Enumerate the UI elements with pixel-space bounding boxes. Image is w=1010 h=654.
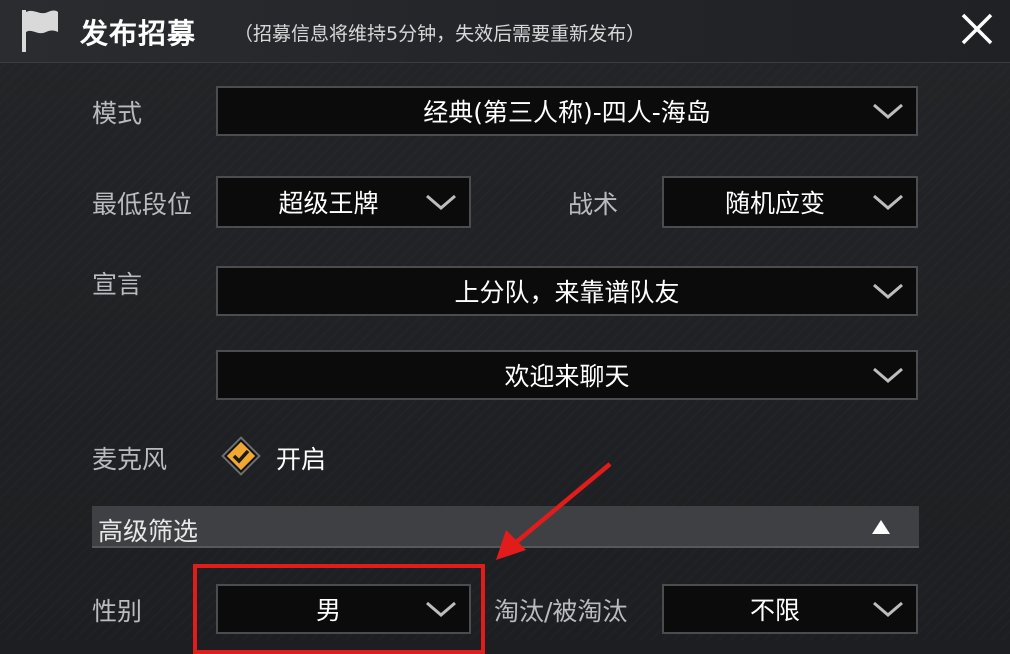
mode-value: 经典(第三人称)-四人-海岛 bbox=[423, 98, 711, 127]
gender-value: 男 bbox=[315, 596, 341, 625]
elimination-value: 不限 bbox=[749, 596, 800, 625]
min-rank-value: 超级王牌 bbox=[278, 189, 379, 218]
chevron-down-icon bbox=[426, 194, 456, 210]
recruit-dialog: 发布招募 （招募信息将维持5分钟，失效后需要重新发布） 模式 经典(第三人称)-… bbox=[0, 0, 1010, 654]
tactic-dropdown[interactable]: 随机应变 bbox=[662, 176, 918, 228]
declaration-dropdown-2[interactable]: 欢迎来聊天 bbox=[216, 350, 918, 400]
mode-dropdown[interactable]: 经典(第三人称)-四人-海岛 bbox=[216, 86, 918, 136]
dialog-title: 发布招募 bbox=[80, 17, 197, 50]
close-icon bbox=[961, 13, 993, 45]
elimination-dropdown[interactable]: 不限 bbox=[662, 584, 918, 634]
chevron-down-icon bbox=[426, 601, 456, 617]
dialog-header: 发布招募 （招募信息将维持5分钟，失效后需要重新发布） bbox=[0, 0, 1010, 63]
dialog-subtitle: （招募信息将维持5分钟，失效后需要重新发布） bbox=[234, 23, 646, 45]
declaration-dropdown-1[interactable]: 上分队，来靠谱队友 bbox=[216, 266, 918, 316]
tactic-value: 随机应变 bbox=[724, 189, 825, 218]
chevron-down-icon bbox=[873, 194, 903, 210]
chevron-down-icon bbox=[873, 103, 903, 119]
triangle-up-icon bbox=[872, 520, 890, 534]
microphone-label: 麦克风 bbox=[92, 445, 168, 474]
chevron-down-icon bbox=[873, 601, 903, 617]
advanced-filter-label: 高级筛选 bbox=[98, 517, 199, 546]
gender-label: 性别 bbox=[92, 597, 143, 626]
mode-label: 模式 bbox=[92, 99, 143, 128]
declaration-value-1: 上分队，来靠谱队友 bbox=[454, 278, 680, 307]
min-rank-label: 最低段位 bbox=[92, 190, 193, 219]
close-button[interactable] bbox=[952, 4, 1002, 54]
advanced-filter-bar[interactable]: 高级筛选 bbox=[92, 506, 919, 548]
tactic-label: 战术 bbox=[568, 190, 619, 219]
chevron-down-icon bbox=[873, 367, 903, 383]
chevron-down-icon bbox=[873, 283, 903, 299]
declaration-value-2: 欢迎来聊天 bbox=[504, 362, 630, 391]
microphone-value: 开启 bbox=[276, 445, 327, 474]
flag-icon bbox=[22, 10, 58, 52]
min-rank-dropdown[interactable]: 超级王牌 bbox=[216, 176, 471, 228]
elimination-label: 淘汰/被淘汰 bbox=[494, 597, 628, 626]
check-diamond-icon[interactable] bbox=[219, 434, 263, 478]
gender-dropdown[interactable]: 男 bbox=[216, 584, 471, 634]
declaration-label: 宣言 bbox=[92, 270, 143, 299]
